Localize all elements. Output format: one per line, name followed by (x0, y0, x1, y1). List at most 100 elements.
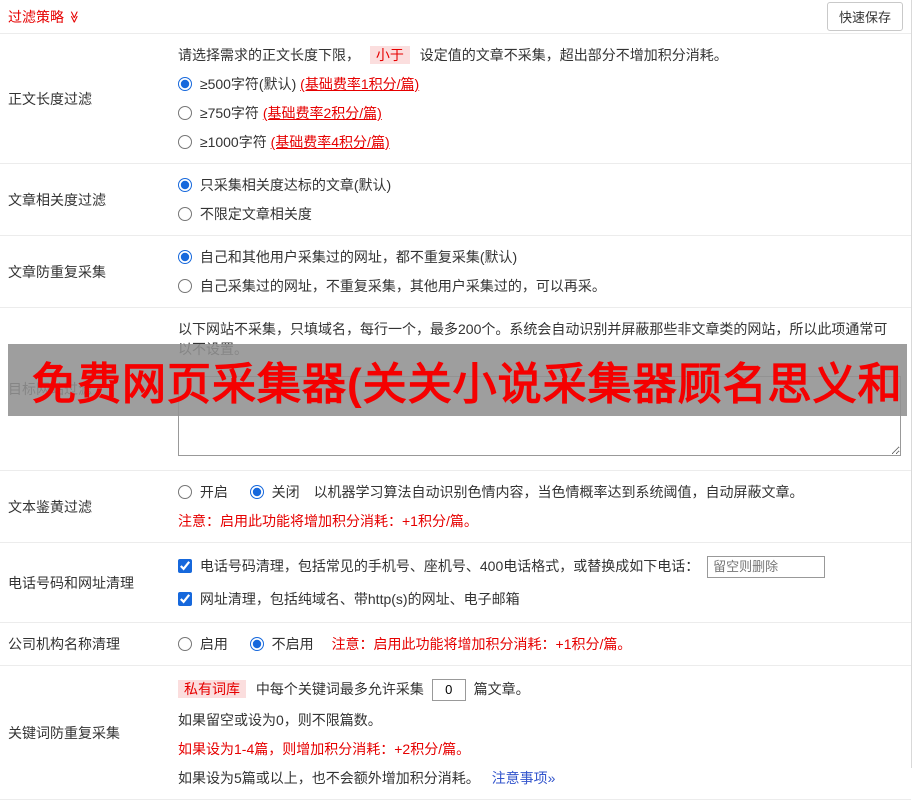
intro-before: 请选择需求的正文长度下限， (178, 47, 360, 63)
relevance-filter-label: 文章相关度过滤 (8, 191, 106, 208)
url-cleanup-checkbox[interactable] (178, 592, 192, 606)
length-option-500-radio[interactable] (178, 77, 192, 91)
phone-url-content: 电话号码清理，包括常见的手机号、座机号、400电话格式，或替换成如下电话： 网址… (178, 543, 911, 622)
porn-off-text: 关闭 (271, 484, 300, 500)
row-target-site-filter: 目标网站过滤 以下网站不采集，只填域名，每行一个，最多200个。系统会自动识别并… (0, 308, 911, 471)
quick-save-button[interactable]: 快速保存 (826, 2, 903, 31)
length-option-1000-note: (基础费率4积分/篇) (270, 134, 390, 150)
porn-filter-desc: 以机器学习算法自动识别色情内容，当色情概率达到系统阈值，自动屏蔽文章。 (313, 484, 804, 500)
row-length-filter: 正文长度过滤 请选择需求的正文长度下限， 小于 设定值的文章不采集，超出部分不增… (0, 34, 911, 164)
porn-off-radio[interactable] (249, 485, 264, 499)
row-porn-filter: 文本鉴黄过滤 开启 关闭 以机器学习算法自动识别色情内容，当色情概率达到系统阈值… (0, 471, 911, 543)
phone-cleanup-line: 电话号码清理，包括常见的手机号、座机号、400电话格式，或替换成如下电话： (178, 554, 901, 578)
relevance-option-strict-label[interactable]: 只采集相关度达标的文章(默认) (178, 177, 391, 193)
porn-filter-options: 开启 关闭 以机器学习算法自动识别色情内容，当色情概率达到系统阈值，自动屏蔽文章… (178, 482, 901, 502)
relevance-option-any-text: 不限定文章相关度 (199, 206, 312, 222)
phone-url-label: 电话号码和网址清理 (8, 574, 134, 591)
keyword-note-five: 如果设为5篇或以上，也不会额外增加积分消耗。 注意事项» (178, 768, 901, 788)
relevance-option-strict-radio[interactable] (178, 178, 192, 192)
url-cleanup-line: 网址清理，包括纯域名、带http(s)的网址、电子邮箱 (178, 587, 901, 611)
company-on-radio[interactable] (178, 637, 192, 651)
page-title[interactable]: 过滤策略 ≫ (8, 7, 81, 27)
intro-after: 设定值的文章不采集，超出部分不增加积分消耗。 (419, 47, 728, 63)
keyword-dedupe-label: 关键词防重复采集 (8, 724, 120, 741)
url-cleanup-text: 网址清理，包括纯域名、带http(s)的网址、电子邮箱 (199, 591, 520, 607)
porn-on-radio[interactable] (178, 485, 192, 499)
length-option-500-text: ≥500字符(默认) (199, 76, 301, 92)
company-cleanup-note: 注意：启用此功能将增加积分消耗：+1积分/篇。 (331, 636, 632, 652)
length-option-1000: ≥1000字符 (基础费率4积分/篇) (178, 132, 901, 152)
relevance-option-any: 不限定文章相关度 (178, 204, 901, 224)
porn-filter-label: 文本鉴黄过滤 (8, 498, 92, 515)
row-company-cleanup: 公司机构名称清理 启用 不启用 注意：启用此功能将增加积分消耗：+1积分/篇。 (0, 623, 911, 666)
notice-link[interactable]: 注意事项» (492, 770, 556, 786)
length-filter-label: 正文长度过滤 (8, 90, 92, 107)
keyword-count-input[interactable] (431, 678, 466, 701)
keyword-count-tail: 篇文章。 (473, 681, 530, 697)
length-option-750-radio[interactable] (178, 106, 192, 120)
length-option-500: ≥500字符(默认) (基础费率1积分/篇) (178, 74, 901, 94)
dedupe-option-own-label[interactable]: 自己采集过的网址，不重复采集，其他用户采集过的，可以再采。 (178, 278, 606, 294)
keyword-count-line: 私有词库 中每个关键词最多允许采集 篇文章。 (178, 677, 901, 701)
company-cleanup-content: 启用 不启用 注意：启用此功能将增加积分消耗：+1积分/篇。 (178, 623, 911, 665)
length-option-1000-text: ≥1000字符 (199, 134, 271, 150)
intro-highlight: 小于 (369, 46, 410, 64)
keyword-dedupe-content: 私有词库 中每个关键词最多允许采集 篇文章。 如果留空或设为0，则不限篇数。 如… (178, 666, 911, 799)
company-cleanup-label: 公司机构名称清理 (8, 636, 120, 652)
row-relevance-filter: 文章相关度过滤 只采集相关度达标的文章(默认) 不限定文章相关度 (0, 164, 911, 236)
row-keyword-dedupe: 关键词防重复采集 私有词库 中每个关键词最多允许采集 篇文章。 如果留空或设为0… (0, 666, 911, 800)
keyword-note-five-text: 如果设为5篇或以上，也不会额外增加积分消耗。 (178, 770, 480, 786)
porn-off-label[interactable]: 关闭 (249, 484, 304, 500)
page-title-text: 过滤策略 (8, 8, 64, 25)
url-cleanup-label[interactable]: 网址清理，包括纯域名、带http(s)的网址、电子邮箱 (178, 591, 520, 607)
dedupe-option-all: 自己和其他用户采集过的网址，都不重复采集(默认) (178, 247, 901, 267)
phone-cleanup-text: 电话号码清理，包括常见的手机号、座机号、400电话格式，或替换成如下电话： (199, 558, 700, 574)
private-lexicon-badge: 私有词库 (178, 680, 246, 698)
company-on-text: 启用 (199, 636, 228, 652)
length-option-750-label[interactable]: ≥750字符 (基础费率2积分/篇) (178, 105, 382, 121)
porn-on-text: 开启 (199, 484, 228, 500)
watermark-text: 免费网页采集器(关关小说采集器顾名思义和 (32, 360, 903, 409)
relevance-option-any-label[interactable]: 不限定文章相关度 (178, 206, 312, 222)
company-off-label[interactable]: 不启用 (249, 636, 318, 652)
relevance-option-any-radio[interactable] (178, 207, 192, 221)
phone-cleanup-label[interactable]: 电话号码清理，包括常见的手机号、座机号、400电话格式，或替换成如下电话： (178, 558, 703, 574)
length-option-750-text: ≥750字符 (199, 105, 263, 121)
porn-filter-content: 开启 关闭 以机器学习算法自动识别色情内容，当色情概率达到系统阈值，自动屏蔽文章… (178, 471, 911, 542)
row-phone-url-cleanup: 电话号码和网址清理 电话号码清理，包括常见的手机号、座机号、400电话格式，或替… (0, 543, 911, 623)
dedupe-label: 文章防重复采集 (8, 263, 106, 280)
relevance-filter-content: 只采集相关度达标的文章(默认) 不限定文章相关度 (178, 164, 911, 235)
length-option-750-note: (基础费率2积分/篇) (262, 105, 382, 121)
company-off-text: 不启用 (271, 636, 314, 652)
dedupe-option-own-radio[interactable] (178, 279, 192, 293)
page-header: 过滤策略 ≫ 快速保存 (0, 0, 911, 34)
length-filter-content: 请选择需求的正文长度下限， 小于 设定值的文章不采集，超出部分不增加积分消耗。 … (178, 34, 911, 163)
company-off-radio[interactable] (249, 637, 264, 651)
keyword-note-unlimited: 如果留空或设为0，则不限篇数。 (178, 712, 382, 728)
phone-cleanup-checkbox[interactable] (178, 559, 192, 573)
porn-on-label[interactable]: 开启 (178, 484, 232, 500)
relevance-option-strict: 只采集相关度达标的文章(默认) (178, 175, 901, 195)
company-on-label[interactable]: 启用 (178, 636, 232, 652)
company-cleanup-line: 启用 不启用 注意：启用此功能将增加积分消耗：+1积分/篇。 (178, 634, 901, 654)
keyword-note-cost: 如果设为1-4篇，则增加积分消耗：+2积分/篇。 (178, 741, 471, 757)
dedupe-option-all-label[interactable]: 自己和其他用户采集过的网址，都不重复采集(默认) (178, 249, 517, 265)
length-option-1000-label[interactable]: ≥1000字符 (基础费率4积分/篇) (178, 134, 390, 150)
relevance-option-strict-text: 只采集相关度达标的文章(默认) (199, 177, 392, 193)
length-option-500-label[interactable]: ≥500字符(默认) (基础费率1积分/篇) (178, 76, 419, 92)
dedupe-content: 自己和其他用户采集过的网址，都不重复采集(默认) 自己采集过的网址，不重复采集，… (178, 236, 911, 307)
dedupe-option-all-text: 自己和其他用户采集过的网址，都不重复采集(默认) (199, 249, 518, 265)
dedupe-option-own-text: 自己采集过的网址，不重复采集，其他用户采集过的，可以再采。 (199, 278, 606, 294)
row-dedupe: 文章防重复采集 自己和其他用户采集过的网址，都不重复采集(默认) 自己采集过的网… (0, 236, 911, 308)
dedupe-option-all-radio[interactable] (178, 250, 192, 264)
replacement-phone-input[interactable] (707, 555, 826, 578)
filter-strategy-page: 过滤策略 ≫ 快速保存 正文长度过滤 请选择需求的正文长度下限， 小于 设定值的… (0, 0, 912, 800)
chevron-down-icon: ≫ (67, 10, 82, 23)
watermark-overlay: 免费网页采集器(关关小说采集器顾名思义和 (8, 344, 907, 416)
length-filter-intro: 请选择需求的正文长度下限， 小于 设定值的文章不采集，超出部分不增加积分消耗。 (178, 45, 901, 65)
dedupe-option-own: 自己采集过的网址，不重复采集，其他用户采集过的，可以再采。 (178, 276, 901, 296)
length-option-500-note: (基础费率1积分/篇) (300, 76, 420, 92)
porn-filter-note: 注意：启用此功能将增加积分消耗：+1积分/篇。 (178, 513, 478, 529)
length-option-1000-radio[interactable] (178, 135, 192, 149)
length-option-750: ≥750字符 (基础费率2积分/篇) (178, 103, 901, 123)
